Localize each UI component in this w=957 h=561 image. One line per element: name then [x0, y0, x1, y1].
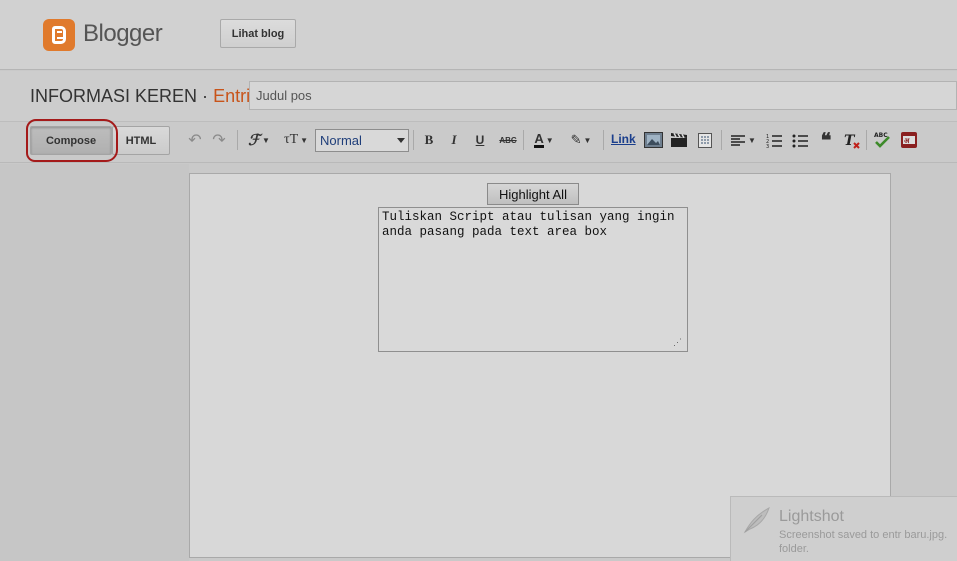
post-title-input[interactable]: Judul pos — [249, 81, 957, 110]
editor-left-margin — [0, 164, 189, 561]
brand-name[interactable]: Blogger — [83, 20, 163, 48]
annotation-circle — [26, 119, 118, 162]
bold-icon[interactable]: B — [420, 131, 438, 149]
toolbar-separator — [523, 130, 524, 150]
video-icon[interactable] — [669, 131, 689, 149]
image-icon[interactable] — [643, 131, 663, 149]
page-title: INFORMASI KEREN · Entri — [30, 86, 250, 107]
feather-icon — [743, 506, 770, 534]
format-select-value: Normal — [320, 133, 362, 148]
notification-line-2: folder. — [779, 543, 809, 555]
redo-icon[interactable]: ↷ — [210, 131, 228, 149]
jump-break-icon[interactable] — [695, 131, 715, 149]
chevron-down-icon — [397, 138, 405, 143]
notification-title: Lightshot — [779, 508, 844, 525]
italic-icon[interactable]: I — [445, 131, 463, 149]
svg-text:अ: अ — [904, 137, 910, 145]
toolbar-separator — [237, 130, 238, 150]
script-textarea[interactable]: Tuliskan Script atau tulisan yang ingin … — [378, 207, 688, 352]
format-select[interactable]: Normal — [315, 129, 409, 152]
link-button[interactable]: Link — [611, 132, 636, 146]
bullet-list-icon[interactable] — [791, 131, 809, 149]
input-tools-icon[interactable]: अ — [900, 131, 918, 149]
svg-text:3: 3 — [766, 144, 769, 148]
post-title-placeholder: Judul pos — [256, 88, 312, 103]
section-label: Entri — [213, 86, 251, 106]
blogger-logo-icon[interactable] — [43, 19, 75, 51]
highlight-all-button[interactable]: Highlight All — [487, 183, 579, 205]
toolbar-separator — [413, 130, 414, 150]
font-size-icon[interactable]: τT ▼ — [280, 131, 312, 149]
align-icon[interactable]: ▼ — [728, 131, 758, 149]
toolbar-separator — [866, 130, 867, 150]
title-separator: · — [202, 86, 209, 106]
toolbar-separator — [721, 130, 722, 150]
notification-line-1: Screenshot saved to entr baru.jpg. — [779, 529, 948, 541]
remove-formatting-icon[interactable]: T — [843, 131, 861, 149]
notification-message: Screenshot saved to entr baru.jpg. folde… — [779, 528, 957, 556]
text-color-icon[interactable]: A ▼ — [529, 131, 559, 149]
view-blog-button[interactable]: Lihat blog — [220, 19, 296, 48]
numbered-list-icon[interactable]: 123 — [765, 131, 783, 149]
resize-grip-icon[interactable]: ⋰ — [673, 337, 683, 347]
spellcheck-icon[interactable]: ABC — [873, 131, 891, 149]
toolbar-separator — [603, 130, 604, 150]
blog-name: INFORMASI KEREN — [30, 86, 198, 106]
undo-icon[interactable]: ↶ — [186, 131, 204, 149]
underline-icon[interactable]: U — [471, 131, 489, 149]
font-family-icon[interactable]: ℱ ▼ — [244, 131, 274, 149]
svg-text:ABC: ABC — [874, 132, 888, 139]
html-button[interactable]: HTML — [112, 126, 170, 155]
highlight-color-icon[interactable]: ✎ ▼ — [566, 131, 596, 149]
quote-icon[interactable]: ❝ — [817, 130, 835, 152]
strikethrough-icon[interactable]: ABC — [497, 131, 519, 149]
